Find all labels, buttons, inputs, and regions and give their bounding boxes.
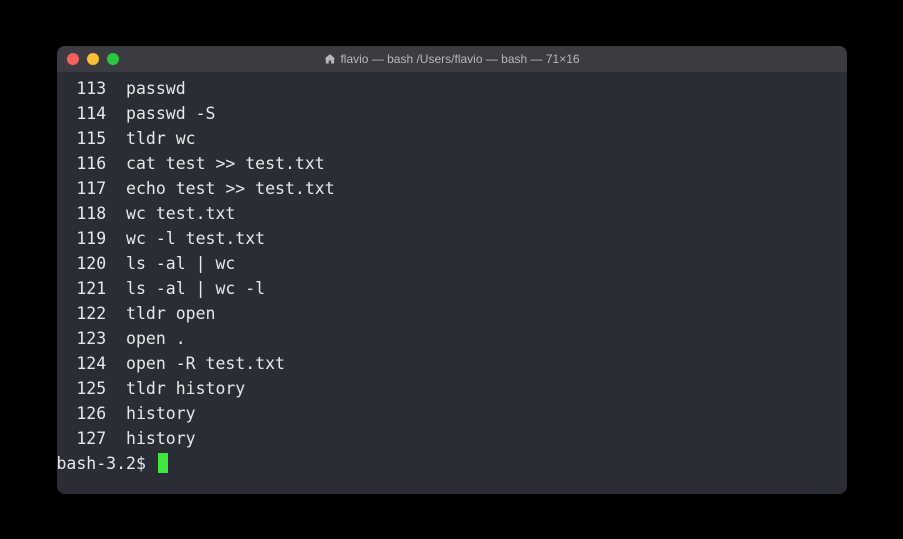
maximize-button[interactable]	[107, 53, 119, 65]
history-line: 114 passwd -S	[57, 101, 847, 126]
history-line: 116 cat test >> test.txt	[57, 151, 847, 176]
window-title: flavio — bash /Users/flavio — bash — 71×…	[323, 52, 579, 66]
window-title-text: flavio — bash /Users/flavio — bash — 71×…	[340, 52, 579, 66]
history-line: 121 ls -al | wc -l	[57, 276, 847, 301]
history-line: 127 history	[57, 426, 847, 451]
history-line: 125 tldr history	[57, 376, 847, 401]
cursor	[158, 453, 168, 473]
terminal-window: flavio — bash /Users/flavio — bash — 71×…	[57, 46, 847, 494]
history-line: 124 open -R test.txt	[57, 351, 847, 376]
terminal-body[interactable]: 113 passwd 114 passwd -S 115 tldr wc 116…	[57, 72, 847, 494]
traffic-lights	[67, 53, 119, 65]
prompt-text: bash-3.2$	[57, 451, 156, 476]
close-button[interactable]	[67, 53, 79, 65]
history-line: 120 ls -al | wc	[57, 251, 847, 276]
home-icon	[323, 53, 335, 65]
history-line: 113 passwd	[57, 76, 847, 101]
titlebar: flavio — bash /Users/flavio — bash — 71×…	[57, 46, 847, 72]
history-line: 123 open .	[57, 326, 847, 351]
history-line: 119 wc -l test.txt	[57, 226, 847, 251]
history-line: 122 tldr open	[57, 301, 847, 326]
prompt-line: bash-3.2$	[57, 451, 847, 476]
history-line: 115 tldr wc	[57, 126, 847, 151]
minimize-button[interactable]	[87, 53, 99, 65]
history-line: 118 wc test.txt	[57, 201, 847, 226]
history-line: 117 echo test >> test.txt	[57, 176, 847, 201]
history-line: 126 history	[57, 401, 847, 426]
